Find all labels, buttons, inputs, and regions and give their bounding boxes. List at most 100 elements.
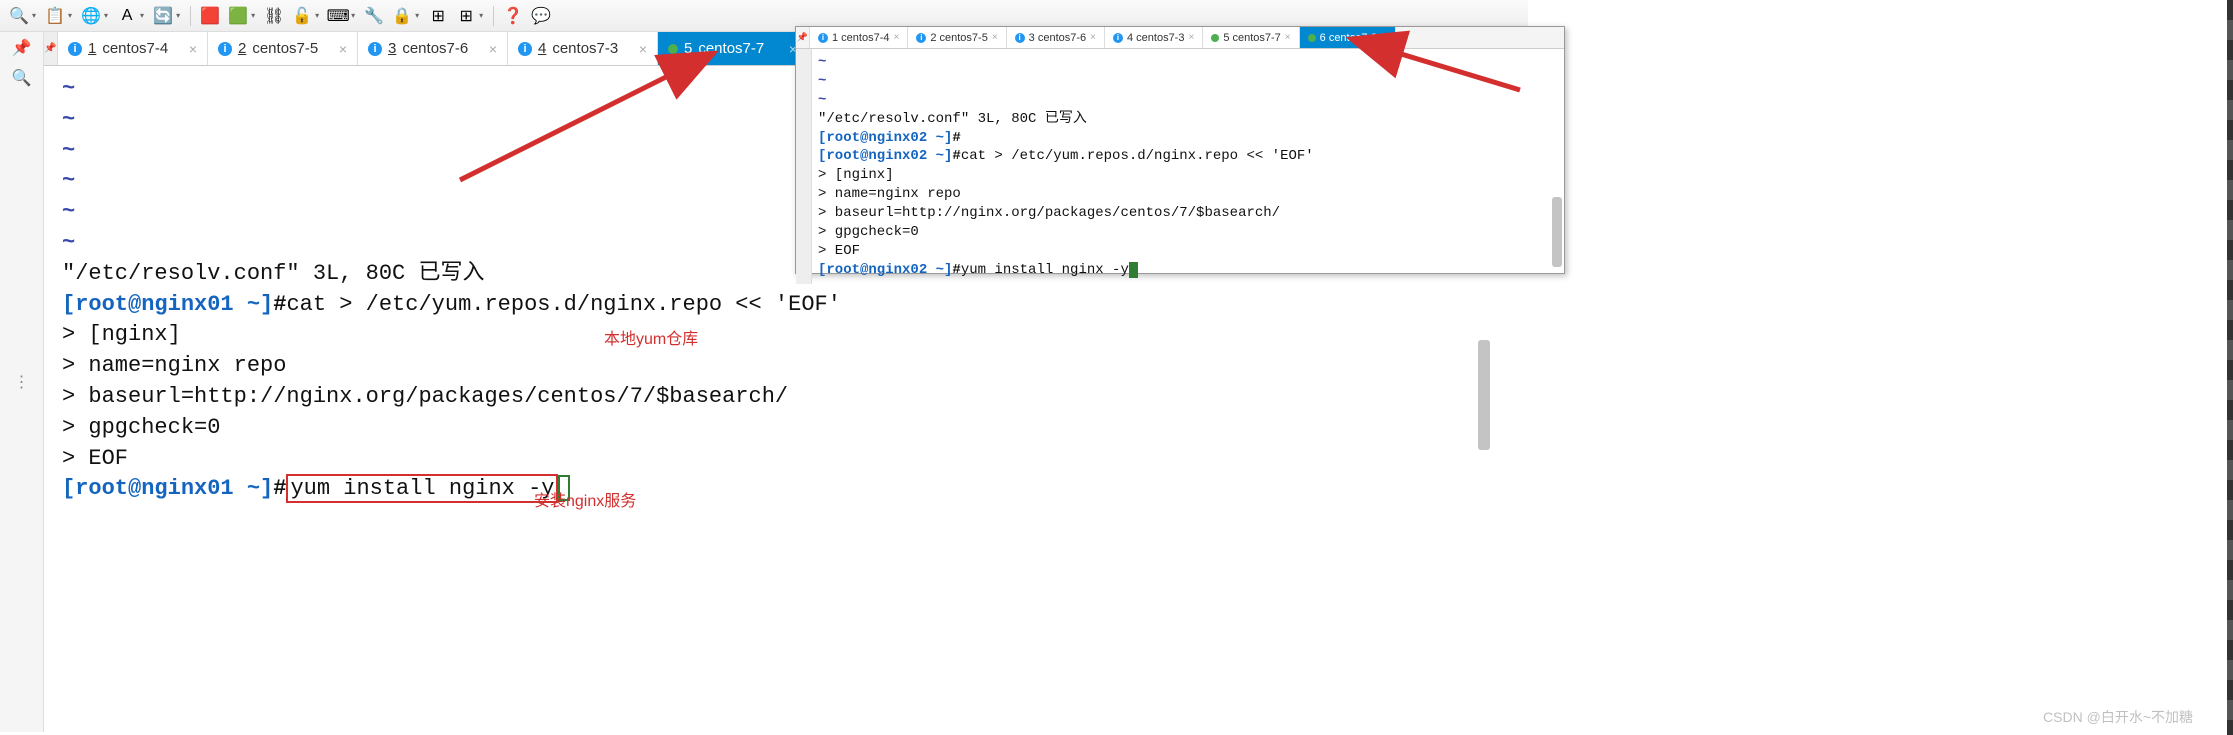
toolbar-button-5[interactable]: 🟥 [197, 3, 223, 29]
tab-centos7-5[interactable]: i2 centos7-5× [908, 27, 1006, 48]
pin-small-icon[interactable]: 📌 [44, 32, 58, 65]
tab-centos7-4[interactable]: i1 centos7-4 × [58, 32, 208, 65]
toolbar-button-2[interactable]: 🌐 [78, 3, 104, 29]
vim-tilde: ~ [62, 138, 75, 163]
heredoc-line: > name=nginx repo [62, 353, 286, 378]
toolbar-button-0[interactable]: 🔍 [6, 3, 32, 29]
heredoc-line: > EOF [818, 243, 860, 259]
dropdown-icon[interactable]: ▾ [415, 11, 419, 20]
dropdown-icon[interactable]: ▾ [176, 11, 180, 20]
close-icon[interactable]: × [1090, 32, 1096, 43]
tab-centos7-7[interactable]: 5 centos7-7× [658, 32, 808, 65]
tab-label: centos7-5 [252, 40, 318, 57]
tab-centos7-5[interactable]: i2 centos7-5× [208, 32, 358, 65]
close-icon[interactable]: × [1285, 32, 1291, 43]
dropdown-icon[interactable]: ▾ [251, 11, 255, 20]
heredoc-line: > [nginx] [62, 322, 181, 347]
heredoc-line: > EOF [62, 446, 128, 471]
toolbar-button-13[interactable]: ⊞ [453, 3, 479, 29]
toolbar-button-11[interactable]: 🔒 [389, 3, 415, 29]
info-icon: i [916, 33, 926, 43]
tab-centos7-6[interactable]: i3 centos7-6× [1007, 27, 1105, 48]
vim-tilde: ~ [818, 73, 826, 89]
dropdown-icon[interactable]: ▾ [32, 11, 36, 20]
prompt-hash: # [273, 476, 286, 501]
pin-small-icon[interactable]: 📌 [796, 27, 810, 48]
dropdown-icon[interactable]: ▾ [68, 11, 72, 20]
close-icon[interactable]: × [1188, 32, 1194, 43]
shell-prompt: [root@nginx01 ~] [62, 476, 273, 501]
prompt-hash: # [952, 130, 960, 146]
close-icon[interactable]: × [639, 41, 647, 57]
info-icon: i [1015, 33, 1025, 43]
heredoc-line: > baseurl=http://nginx.org/packages/cent… [62, 384, 788, 409]
toolbar-button-15[interactable]: 💬 [528, 3, 554, 29]
tab-label: 5 centos7-7 [1223, 32, 1280, 44]
toolbar-button-9[interactable]: ⌨ [325, 3, 351, 29]
vim-tilde: ~ [62, 230, 75, 255]
command-text: cat > /etc/yum.repos.d/nginx.repo << 'EO… [286, 292, 841, 317]
pin-icon[interactable]: 📌 [12, 38, 32, 58]
toolbar-button-14[interactable]: ❓ [500, 3, 526, 29]
dropdown-icon[interactable]: ▾ [479, 11, 483, 20]
tab-centos7-3[interactable]: i4 centos7-3× [508, 32, 658, 65]
secondary-gutter [796, 49, 812, 284]
dropdown-icon[interactable]: ▾ [315, 11, 319, 20]
connected-icon [1308, 34, 1316, 42]
scrollbar-thumb[interactable] [1478, 340, 1490, 450]
close-icon[interactable]: × [992, 32, 998, 43]
highlighted-command: yum install nginx -y [286, 474, 558, 503]
secondary-tabs: 📌 i1 centos7-4×i2 centos7-5×i3 centos7-6… [796, 27, 1564, 49]
dropdown-icon[interactable]: ▾ [140, 11, 144, 20]
close-icon[interactable]: × [489, 41, 497, 57]
tab-centos7-8[interactable]: 6 centos7-8 × [1300, 27, 1396, 48]
tab-centos7-6[interactable]: i3 centos7-6× [358, 32, 508, 65]
toolbar-button-7[interactable]: ⛓ [261, 3, 287, 29]
tab-centos7-7[interactable]: 5 centos7-7 × [1203, 27, 1299, 48]
separator [493, 6, 494, 26]
tab-label: centos7-4 [102, 40, 168, 57]
toolbar-button-6[interactable]: 🟩 [225, 3, 251, 29]
info-icon: i [68, 42, 82, 56]
heredoc-line: > baseurl=http://nginx.org/packages/cent… [818, 205, 1280, 221]
tab-number: 4 [538, 40, 546, 57]
prompt-hash: # [952, 262, 960, 278]
vim-status: "/etc/resolv.conf" 3L, 80C 已写入 [818, 111, 1087, 127]
close-icon[interactable]: × [189, 41, 197, 57]
close-icon[interactable]: × [339, 41, 347, 57]
dropdown-icon[interactable]: ▾ [351, 11, 355, 20]
more-icon[interactable]: ⋮ [12, 372, 32, 392]
scrollbar-thumb[interactable] [1552, 197, 1562, 267]
connected-icon [1211, 34, 1219, 42]
vim-tilde: ~ [62, 107, 75, 132]
heredoc-line: > [nginx] [818, 167, 894, 183]
tab-number: 1 [88, 40, 96, 57]
terminal-secondary[interactable]: ~ ~ ~ "/etc/resolv.conf" 3L, 80C 已写入 [ro… [796, 49, 1564, 284]
toolbar-button-12[interactable]: ⊞ [425, 3, 451, 29]
vim-status: "/etc/resolv.conf" 3L, 80C 已写入 [62, 261, 484, 286]
prompt-hash: # [952, 148, 960, 164]
toolbar-button-4[interactable]: 🔄 [150, 3, 176, 29]
tab-centos7-4[interactable]: i1 centos7-4× [810, 27, 908, 48]
command-text: cat > /etc/yum.repos.d/nginx.repo << 'EO… [961, 148, 1314, 164]
tab-centos7-3[interactable]: i4 centos7-3× [1105, 27, 1203, 48]
info-icon: i [818, 33, 828, 43]
tab-number: 3 [388, 40, 396, 57]
toolbar-button-10[interactable]: 🔧 [361, 3, 387, 29]
toolbar-button-1[interactable]: 📋 [42, 3, 68, 29]
toolbar-button-8[interactable]: 🔓 [289, 3, 315, 29]
vim-tilde: ~ [818, 54, 826, 70]
close-icon[interactable]: × [893, 32, 899, 43]
toolbar-button-3[interactable]: A [114, 3, 140, 29]
tab-label: 6 centos7-8 [1320, 32, 1377, 44]
dropdown-icon[interactable]: ▾ [104, 11, 108, 20]
heredoc-line: > gpgcheck=0 [818, 224, 919, 240]
right-border [2227, 0, 2233, 735]
command-text: yum install nginx -y [961, 262, 1129, 278]
annotation-yum-repo: 本地yum仓库 [604, 325, 698, 349]
shell-prompt: [root@nginx02 ~] [818, 262, 952, 278]
shell-prompt: [root@nginx02 ~] [818, 130, 952, 146]
search-icon[interactable]: 🔍 [12, 68, 32, 88]
cursor [1129, 262, 1138, 278]
close-icon[interactable]: × [1381, 32, 1387, 43]
